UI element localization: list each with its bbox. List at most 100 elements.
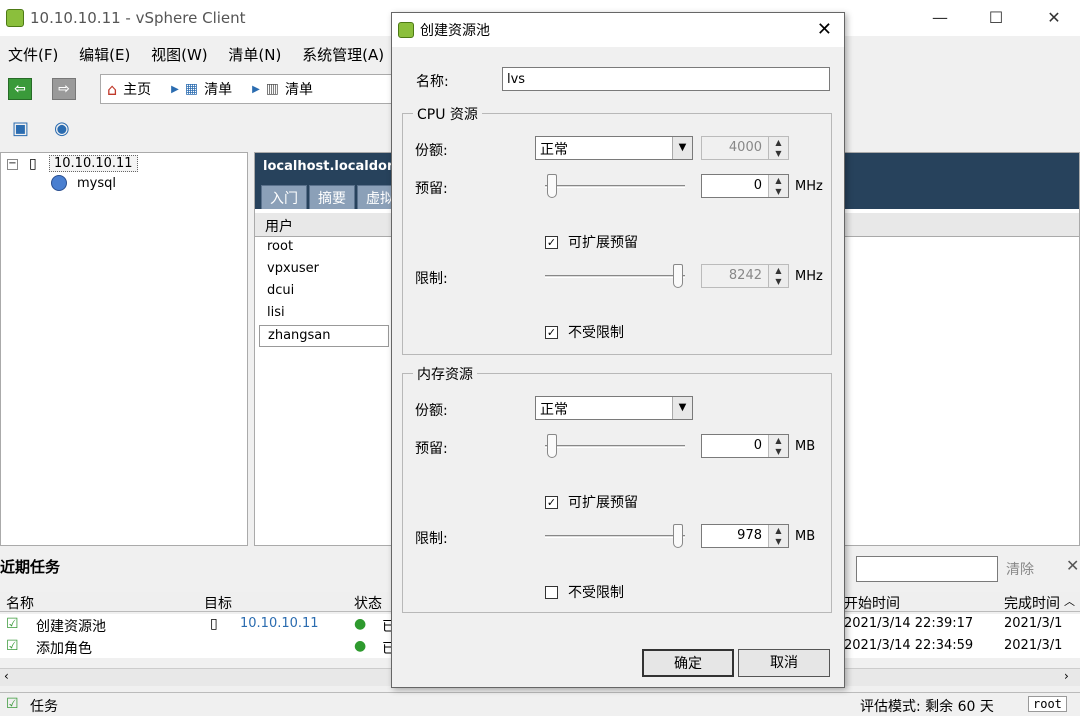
- cpu-reservation-label: 预留:: [415, 181, 448, 197]
- tree-host[interactable]: 10.10.10.11: [49, 155, 138, 172]
- slider-thumb[interactable]: [547, 174, 557, 198]
- cpu-limit-label: 限制:: [415, 271, 448, 287]
- column-end-time[interactable]: 完成时间: [1004, 593, 1060, 613]
- stepper-arrows-icon[interactable]: ▲ ▼: [768, 525, 788, 547]
- menu-admin[interactable]: 系统管理(A): [302, 46, 384, 64]
- memory-limit-slider[interactable]: [545, 524, 685, 548]
- cpu-expandable-label: 可扩展预留: [568, 235, 638, 251]
- maximize-icon[interactable]: ☐: [984, 6, 1008, 30]
- cpu-unlimited-checkbox[interactable]: ✓ 不受限制: [545, 322, 624, 342]
- cpu-shares-number: 4000: [728, 140, 762, 155]
- cpu-shares-select[interactable]: 正常 ▼: [535, 136, 693, 160]
- new-vm-icon[interactable]: ▣: [12, 118, 29, 139]
- cpu-shares-value: 正常: [540, 142, 568, 158]
- memory-reservation-label: 预留:: [415, 441, 448, 457]
- status-ok-icon: ●: [354, 616, 367, 632]
- cpu-reservation-stepper[interactable]: 0 ▲ ▼: [701, 174, 789, 198]
- name-input[interactable]: [502, 67, 830, 91]
- cpu-resources-group: CPU 资源 份额: 正常 ▼ 4000 ▲ ▼ 预留: 0 ▲ ▼ MHz ✓ 可…: [402, 104, 832, 355]
- task-icon: ☑: [6, 616, 19, 632]
- chevron-right-icon: ▶: [171, 83, 179, 95]
- dialog-close-icon[interactable]: ✕: [817, 19, 832, 40]
- scroll-up-icon[interactable]: ︿: [1064, 593, 1075, 609]
- task-target-link[interactable]: 10.10.10.11: [240, 616, 319, 631]
- checkbox-checked-icon[interactable]: ✓: [545, 235, 558, 249]
- vsphere-logo-icon: [6, 9, 24, 27]
- memory-unlimited-checkbox[interactable]: 不受限制: [545, 582, 624, 602]
- task-icon: ☑: [6, 638, 19, 654]
- slider-thumb[interactable]: [547, 434, 557, 458]
- checkbox-checked-icon[interactable]: ✓: [545, 495, 558, 509]
- memory-reservation-slider[interactable]: [545, 434, 685, 458]
- chevron-down-icon[interactable]: ▼: [672, 397, 692, 419]
- memory-shares-select[interactable]: 正常 ▼: [535, 396, 693, 420]
- column-status[interactable]: 状态: [354, 593, 382, 613]
- memory-reservation-stepper[interactable]: 0 ▲ ▼: [701, 434, 789, 458]
- home-icon[interactable]: ⌂: [107, 80, 117, 99]
- breadcrumb-home[interactable]: 主页: [123, 79, 151, 99]
- scroll-left-icon[interactable]: ‹: [4, 669, 9, 683]
- forward-button[interactable]: ⇨: [52, 78, 76, 100]
- tab-getting-started[interactable]: 入门: [261, 185, 307, 209]
- stepper-arrows-icon: ▲ ▼: [768, 265, 788, 287]
- tasks-tab[interactable]: 任务: [30, 696, 58, 716]
- stepper-arrows-icon: ▲ ▼: [768, 137, 788, 159]
- create-resource-pool-dialog: 创建资源池 ✕ 名称: CPU 资源 份额: 正常 ▼ 4000 ▲▼ 预留: …: [391, 12, 845, 688]
- slider-thumb[interactable]: [673, 264, 683, 288]
- checkbox-checked-icon[interactable]: ✓: [545, 325, 558, 339]
- cpu-limit-stepper: 8242 ▲ ▼: [701, 264, 789, 288]
- breadcrumb-inventory[interactable]: 清单: [204, 79, 232, 99]
- ok-button[interactable]: 确定: [642, 649, 734, 677]
- window-title: 10.10.10.11 - vSphere Client: [30, 9, 246, 27]
- cpu-unlimited-label: 不受限制: [568, 325, 624, 341]
- vm-icon: [51, 175, 67, 191]
- memory-expandable-label: 可扩展预留: [568, 495, 638, 511]
- tree-vm[interactable]: mysql: [77, 176, 116, 191]
- column-start-time[interactable]: 开始时间: [844, 593, 900, 613]
- memory-limit-stepper[interactable]: 978 ▲ ▼: [701, 524, 789, 548]
- memory-limit-value: 978: [737, 528, 762, 543]
- new-resource-pool-icon[interactable]: ◉: [54, 118, 70, 139]
- column-name[interactable]: 名称: [6, 593, 34, 613]
- slider-track: [545, 535, 685, 538]
- slider-thumb[interactable]: [673, 524, 683, 548]
- memory-expandable-checkbox[interactable]: ✓ 可扩展预留: [545, 492, 638, 512]
- slider-track: [545, 275, 685, 278]
- menu-inventory[interactable]: 清单(N): [228, 46, 281, 64]
- name-label: 名称:: [416, 74, 449, 90]
- memory-reservation-value: 0: [753, 438, 762, 453]
- cpu-reservation-slider[interactable]: [545, 174, 685, 198]
- scroll-right-icon[interactable]: ›: [1064, 669, 1069, 683]
- inventory-icon: ▦: [184, 81, 199, 97]
- menu-file[interactable]: 文件(F): [8, 46, 58, 64]
- close-icon[interactable]: ✕: [1042, 6, 1066, 30]
- stepper-arrows-icon[interactable]: ▲ ▼: [768, 435, 788, 457]
- memory-resources-group: 内存资源 份额: 正常 ▼ 预留: 0 ▲ ▼ MB ✓ 可扩展预留 限制: 97…: [402, 364, 832, 613]
- task-name: 创建资源池: [36, 619, 106, 635]
- cpu-limit-slider[interactable]: [545, 264, 685, 288]
- breadcrumb-inventory-2[interactable]: 清单: [285, 79, 313, 99]
- list-item[interactable]: zhangsan: [259, 325, 389, 347]
- tree-expander-icon[interactable]: −: [7, 159, 18, 170]
- task-end: 2021/3/1: [1004, 616, 1063, 631]
- back-button[interactable]: ⇦: [8, 78, 32, 100]
- stepper-arrows-icon[interactable]: ▲ ▼: [768, 175, 788, 197]
- task-end: 2021/3/1: [1004, 638, 1063, 653]
- chevron-down-icon[interactable]: ▼: [672, 137, 692, 159]
- memory-limit-label: 限制:: [415, 531, 448, 547]
- memory-unlimited-label: 不受限制: [568, 585, 624, 601]
- menu-edit[interactable]: 编辑(E): [79, 46, 130, 64]
- task-filter-input[interactable]: [856, 556, 998, 582]
- cpu-expandable-checkbox[interactable]: ✓ 可扩展预留: [545, 232, 638, 252]
- checkbox-unchecked-icon[interactable]: [545, 585, 558, 599]
- vsphere-logo-icon: [398, 22, 414, 38]
- minimize-icon[interactable]: —: [928, 6, 952, 30]
- tab-summary[interactable]: 摘要: [309, 185, 355, 209]
- close-tasks-icon[interactable]: ✕: [1066, 556, 1079, 575]
- menu-view[interactable]: 视图(W): [151, 46, 208, 64]
- clear-button[interactable]: 清除: [1006, 559, 1034, 579]
- column-target[interactable]: 目标: [204, 593, 232, 613]
- memory-limit-unit: MB: [795, 529, 816, 544]
- cancel-button[interactable]: 取消: [738, 649, 830, 677]
- cpu-group-title: CPU 资源: [413, 104, 482, 124]
